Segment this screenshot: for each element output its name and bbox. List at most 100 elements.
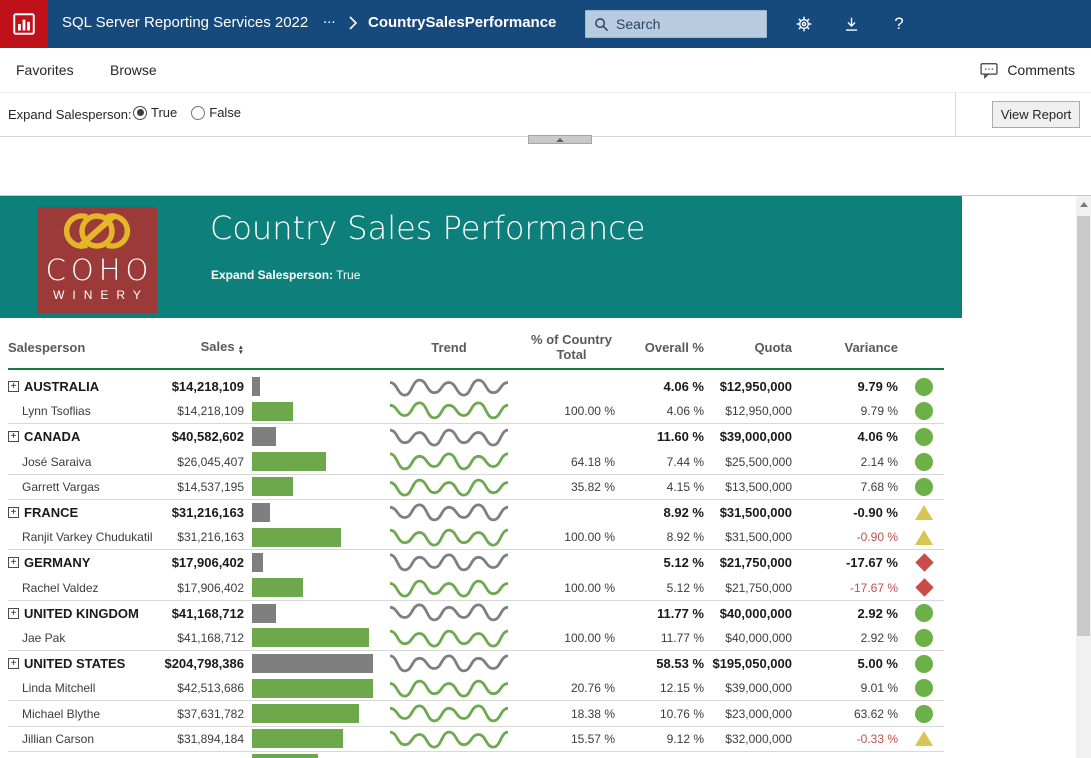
trend-cell <box>378 375 520 399</box>
salesperson-name: GERMANY <box>24 555 90 570</box>
quota-cell: $13,500,000 <box>712 480 800 494</box>
quota-cell: $12,950,000 <box>712 379 800 394</box>
sales-data-bar <box>252 729 343 748</box>
radio-option-false[interactable]: False <box>191 105 241 120</box>
ssrs-logo[interactable] <box>0 0 48 48</box>
table-row-country: +GERMANY$17,906,402 5.12 %$21,750,000-17… <box>8 550 944 575</box>
trend-cell <box>378 652 520 676</box>
trend-sparkline <box>390 652 508 676</box>
trend-sparkline <box>390 727 508 751</box>
gear-icon[interactable] <box>793 13 815 35</box>
expand-toggle-icon[interactable]: + <box>8 557 19 568</box>
trend-cell <box>378 601 520 625</box>
quota-cell: $39,000,000 <box>712 681 800 695</box>
header-search-box[interactable] <box>585 10 767 38</box>
overall-pct-cell: 8.92 % <box>623 530 712 544</box>
search-input[interactable] <box>616 16 746 32</box>
expand-toggle-icon[interactable]: + <box>8 381 19 392</box>
variance-indicator-cell <box>906 453 942 471</box>
variance-cell: 7.68 % <box>800 480 906 494</box>
sales-data-bar <box>252 427 276 446</box>
trend-sparkline <box>390 375 508 399</box>
variance-indicator-cell <box>906 604 942 622</box>
col-header-salesperson[interactable]: Salesperson <box>8 340 155 359</box>
overall-pct-cell: 12.15 % <box>623 681 712 695</box>
pct-of-country-cell: 15.57 % <box>520 732 623 746</box>
sales-data-bar <box>252 628 369 647</box>
green-circle-icon <box>915 478 933 496</box>
trend-sparkline <box>390 450 508 474</box>
trend-cell <box>378 551 520 575</box>
salesperson-name: UNITED STATES <box>24 656 125 671</box>
col-header-quota: Quota <box>712 340 800 359</box>
help-icon[interactable]: ? <box>888 13 910 35</box>
sales-data-bar <box>252 654 373 673</box>
trend-sparkline <box>390 501 508 525</box>
trend-cell <box>378 501 520 525</box>
sales-bar-cell <box>252 399 378 423</box>
sales-data-bar <box>252 452 326 471</box>
red-diamond-icon <box>915 554 933 572</box>
pct-of-country-cell: 100.00 % <box>520 581 623 595</box>
green-circle-icon <box>915 655 933 673</box>
variance-indicator-cell <box>906 378 942 396</box>
vertical-scrollbar[interactable] <box>1076 196 1091 758</box>
sales-cell: $42,513,686 <box>155 681 252 695</box>
expand-toggle-icon[interactable]: + <box>8 658 19 669</box>
variance-indicator-cell <box>906 402 942 420</box>
sales-cell: $37,631,782 <box>155 707 252 721</box>
col-header-trend: Trend <box>378 340 520 359</box>
quota-cell: $195,050,000 <box>712 656 800 671</box>
report-parameter-line: Expand Salesperson: True <box>211 268 360 282</box>
sales-data-bar <box>252 704 359 723</box>
app-title[interactable]: SQL Server Reporting Services 2022 <box>62 14 308 31</box>
variance-indicator-cell <box>906 705 942 723</box>
tab-browse[interactable]: Browse <box>110 62 157 78</box>
scrollbar-thumb[interactable] <box>1077 216 1090 636</box>
sales-data-bar <box>252 377 260 396</box>
variance-cell: 2.92 % <box>800 606 906 621</box>
download-icon[interactable] <box>840 13 862 35</box>
radio-true-selected[interactable] <box>133 106 147 120</box>
view-report-button[interactable]: View Report <box>992 101 1080 128</box>
variance-indicator-cell <box>906 731 942 746</box>
radio-false[interactable] <box>191 106 205 120</box>
radio-option-true[interactable]: True <box>133 105 177 120</box>
parameter-collapse-handle[interactable] <box>528 135 592 144</box>
sales-bar-cell <box>252 374 378 399</box>
variance-indicator-cell <box>906 478 942 496</box>
table-row-salesperson: Rachel Valdez$17,906,402 100.00 %5.12 %$… <box>8 576 944 601</box>
breadcrumb-current[interactable]: CountrySalesPerformance <box>368 14 556 31</box>
overall-pct-cell: 9.12 % <box>623 732 712 746</box>
trend-sparkline <box>390 601 508 625</box>
table-row-salesperson: Linda Mitchell$42,513,686 20.76 %12.15 %… <box>8 676 944 701</box>
sort-icon[interactable]: ▲▼ <box>238 345 244 355</box>
variance-cell: 9.01 % <box>800 681 906 695</box>
breadcrumb-ellipsis[interactable]: ... <box>323 10 336 27</box>
variance-cell: 9.79 % <box>800 379 906 394</box>
expand-toggle-icon[interactable]: + <box>8 431 19 442</box>
variance-cell: 2.92 % <box>800 631 906 645</box>
sales-bar-cell <box>252 727 378 751</box>
trend-sparkline <box>390 399 508 423</box>
table-row-salesperson: José Saraiva$26,045,407 64.18 %7.44 %$25… <box>8 450 944 475</box>
overall-pct-cell: 10.76 % <box>623 707 712 721</box>
quota-cell: $31,500,000 <box>712 530 800 544</box>
scrollbar-up-arrow[interactable] <box>1076 196 1091 212</box>
tab-favorites[interactable]: Favorites <box>16 62 74 78</box>
trend-cell <box>378 450 520 474</box>
salesperson-cell: Jillian Carson <box>8 732 155 746</box>
trend-cell <box>378 676 520 700</box>
coho-winery-logo: COHO WINERY <box>37 207 157 313</box>
salesperson-cell: + GERMANY <box>8 555 155 570</box>
comments-button[interactable]: Comments <box>979 60 1075 80</box>
variance-indicator-cell <box>906 556 942 569</box>
salesperson-cell: Lynn Tsoflias <box>8 404 155 418</box>
expand-toggle-icon[interactable]: + <box>8 608 19 619</box>
sales-data-bar <box>252 604 276 623</box>
expand-toggle-icon[interactable]: + <box>8 507 19 518</box>
salesperson-name: José Saraiva <box>22 455 91 469</box>
salesperson-cell: Linda Mitchell <box>8 681 155 695</box>
overall-pct-cell: 11.77 % <box>623 631 712 645</box>
col-header-sales[interactable]: Sales▲▼ <box>155 339 252 359</box>
